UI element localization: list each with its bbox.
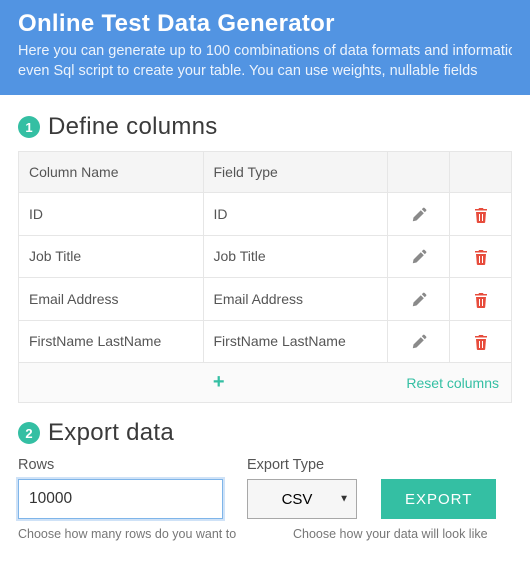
banner-line-1: Here you can generate up to 100 combinat… [18, 42, 512, 62]
cell-column-name: FirstName LastName [19, 320, 204, 362]
export-type-hint: Choose how your data will look like [293, 527, 488, 541]
th-edit [388, 152, 450, 193]
edit-row-button[interactable] [411, 206, 427, 222]
cell-column-name: ID [19, 193, 204, 235]
table-row: Email AddressEmail Address [19, 278, 512, 320]
columns-table: Column Name Field Type IDIDJob TitleJob … [18, 151, 512, 363]
trash-icon [473, 249, 489, 264]
export-type-label: Export Type [247, 457, 357, 473]
pencil-icon [411, 291, 427, 306]
pencil-icon [411, 334, 427, 349]
th-column-name: Column Name [19, 152, 204, 193]
th-field-type: Field Type [203, 152, 388, 193]
rows-input[interactable] [18, 479, 223, 519]
trash-icon [473, 206, 489, 221]
trash-icon [473, 291, 489, 306]
step-badge-2: 2 [18, 422, 40, 444]
edit-row-button[interactable] [411, 291, 427, 307]
banner-line-2: even Sql script to create your table. Yo… [18, 62, 512, 82]
cell-field-type: Email Address [203, 278, 388, 320]
cell-field-type: FirstName LastName [203, 320, 388, 362]
edit-row-button[interactable] [411, 334, 427, 350]
pencil-icon [411, 249, 427, 264]
export-button[interactable]: EXPORT [381, 479, 496, 519]
export-type-select[interactable]: CSV [247, 479, 357, 519]
delete-row-button[interactable] [473, 249, 489, 265]
section-title-export: Export data [48, 419, 174, 447]
rows-hint: Choose how many rows do you want to [18, 527, 269, 541]
delete-row-button[interactable] [473, 206, 489, 222]
page-title: Online Test Data Generator [18, 10, 512, 38]
step-badge-1: 1 [18, 116, 40, 138]
edit-row-button[interactable] [411, 249, 427, 265]
cell-column-name: Job Title [19, 235, 204, 277]
table-row: IDID [19, 193, 512, 235]
rows-label: Rows [18, 457, 223, 473]
add-column-button[interactable]: + [213, 371, 225, 394]
header-banner: Online Test Data Generator Here you can … [0, 0, 530, 95]
cell-column-name: Email Address [19, 278, 204, 320]
reset-columns-button[interactable]: Reset columns [406, 375, 499, 391]
section-header-define: 1 Define columns [18, 113, 512, 141]
table-footer: + Reset columns [18, 363, 512, 403]
section-header-export: 2 Export data [18, 419, 512, 447]
trash-icon [473, 334, 489, 349]
cell-field-type: ID [203, 193, 388, 235]
delete-row-button[interactable] [473, 291, 489, 307]
cell-field-type: Job Title [203, 235, 388, 277]
table-row: Job TitleJob Title [19, 235, 512, 277]
pencil-icon [411, 206, 427, 221]
th-delete [450, 152, 512, 193]
table-row: FirstName LastNameFirstName LastName [19, 320, 512, 362]
delete-row-button[interactable] [473, 334, 489, 350]
section-title-define: Define columns [48, 113, 218, 141]
